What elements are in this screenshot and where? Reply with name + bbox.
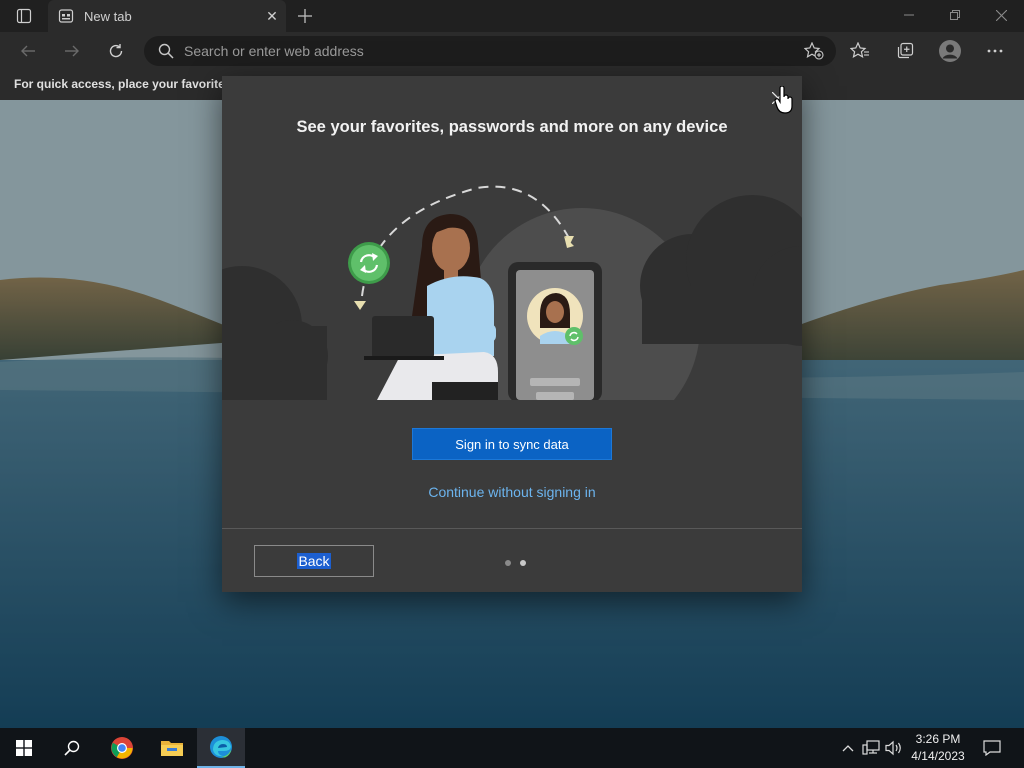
arrow-left-icon: [21, 45, 35, 57]
taskbar-chrome[interactable]: [98, 728, 146, 768]
dialog-title: See your favorites, passwords and more o…: [296, 118, 728, 136]
dialog-back-button[interactable]: Back: [254, 545, 374, 577]
new-tab-page-icon: [58, 9, 74, 23]
cloud-left: [222, 266, 328, 400]
tab-actions-icon: [16, 8, 32, 24]
taskbar: 3:26 PM 4/14/2023: [0, 728, 1024, 768]
continue-without-signin-link[interactable]: Continue without signing in: [222, 484, 802, 500]
windows-logo-icon: [16, 740, 32, 756]
avatar-icon: [939, 40, 961, 62]
hand-cursor-icon: [774, 86, 793, 114]
collections-button[interactable]: [889, 36, 921, 66]
pagination-dot-active[interactable]: [520, 560, 526, 566]
favorites-star-icon: [850, 42, 869, 59]
cloud-right: [640, 195, 802, 346]
tab-new-tab[interactable]: New tab ✕: [48, 0, 286, 32]
edge-icon: [210, 736, 232, 758]
address-bar[interactable]: [144, 36, 836, 66]
forward-nav-button[interactable]: [56, 36, 88, 66]
folder-icon: [161, 741, 183, 756]
close-icon: [995, 9, 1007, 21]
volume-button[interactable]: [884, 738, 904, 758]
tab-close-icon[interactable]: ✕: [258, 2, 286, 30]
pagination-dots: [505, 560, 526, 566]
favorites-bar-hint: For quick access, place your favorites h: [14, 77, 243, 91]
notifications-icon: [983, 740, 1001, 756]
tab-title: New tab: [84, 8, 132, 24]
plus-icon: [298, 9, 312, 23]
chrome-icon: [111, 737, 133, 759]
settings-menu-button[interactable]: [979, 36, 1011, 66]
show-hidden-icons-button[interactable]: [838, 738, 858, 758]
back-nav-button[interactable]: [12, 36, 44, 66]
dialog-divider: [222, 528, 802, 529]
add-favorite-icon[interactable]: [804, 42, 824, 60]
taskbar-edge[interactable]: [197, 728, 245, 768]
collections-icon: [897, 42, 914, 59]
taskbar-search-button[interactable]: [48, 728, 96, 768]
start-button[interactable]: [0, 728, 48, 768]
search-icon: [158, 43, 174, 59]
speaker-icon: [885, 740, 901, 756]
more-dots-icon: [987, 49, 1003, 53]
network-button[interactable]: [861, 738, 881, 758]
title-bar: New tab ✕: [0, 0, 1024, 32]
clock-time: 3:26 PM: [915, 732, 961, 746]
arrow-right-icon: [65, 45, 79, 57]
tab-actions-button[interactable]: [8, 4, 40, 28]
clock-date: 4/14/2023: [911, 749, 965, 763]
action-center-button[interactable]: [982, 738, 1002, 758]
refresh-icon: [109, 44, 123, 58]
restore-button[interactable]: [932, 0, 978, 30]
taskbar-clock[interactable]: 3:26 PM 4/14/2023: [904, 731, 972, 765]
sync-dialog: See your favorites, passwords and more o…: [222, 76, 802, 592]
network-icon: [862, 740, 880, 755]
back-button-label: Back: [297, 553, 331, 569]
sign-in-sync-button[interactable]: Sign in to sync data: [412, 428, 612, 460]
minimize-button[interactable]: [886, 0, 932, 30]
refresh-button[interactable]: [100, 36, 132, 66]
taskbar-file-explorer[interactable]: [148, 728, 196, 768]
restore-icon: [950, 10, 960, 20]
search-icon: [64, 740, 80, 756]
chevron-up-icon: [842, 745, 854, 752]
close-window-button[interactable]: [978, 0, 1024, 30]
profile-button[interactable]: [934, 36, 966, 66]
navigation-toolbar: [0, 32, 1024, 70]
sync-illustration: [222, 185, 802, 400]
minimize-icon: [904, 14, 914, 16]
pagination-dot[interactable]: [505, 560, 511, 566]
address-input[interactable]: [184, 36, 784, 66]
favorites-button[interactable]: [844, 36, 876, 66]
new-tab-button[interactable]: [292, 4, 318, 28]
